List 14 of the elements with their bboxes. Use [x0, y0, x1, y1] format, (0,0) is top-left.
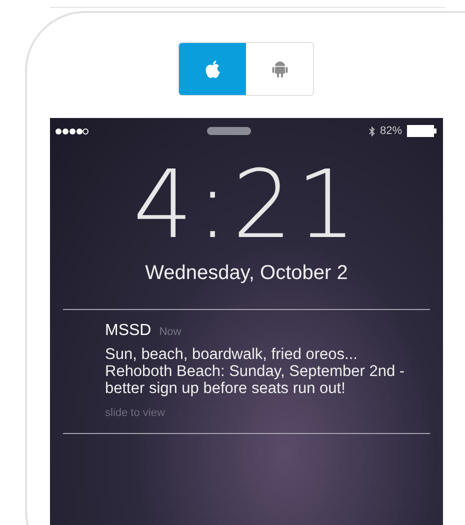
notification-time: Now — [159, 326, 182, 338]
app-name: MSSD — [105, 322, 152, 340]
bluetooth-icon — [368, 126, 375, 136]
clock-time: 4:21 — [132, 156, 360, 256]
android-icon — [272, 60, 288, 78]
apple-icon — [204, 60, 220, 78]
signal-icon — [55, 128, 89, 134]
notification-message: Sun, beach, boardwalk, fried oreos... Rehoboth Beach: Sunday, September 2nd - better sign up before seats run out! — [105, 346, 406, 397]
date-label: Wednesday, October 2 — [145, 262, 348, 285]
apple-platform-tab[interactable] — [179, 43, 246, 95]
battery-icon — [407, 125, 437, 137]
speaker-grille — [206, 127, 251, 135]
battery-percentage: 82% — [380, 125, 402, 137]
slide-hint: slide to view — [105, 407, 166, 419]
